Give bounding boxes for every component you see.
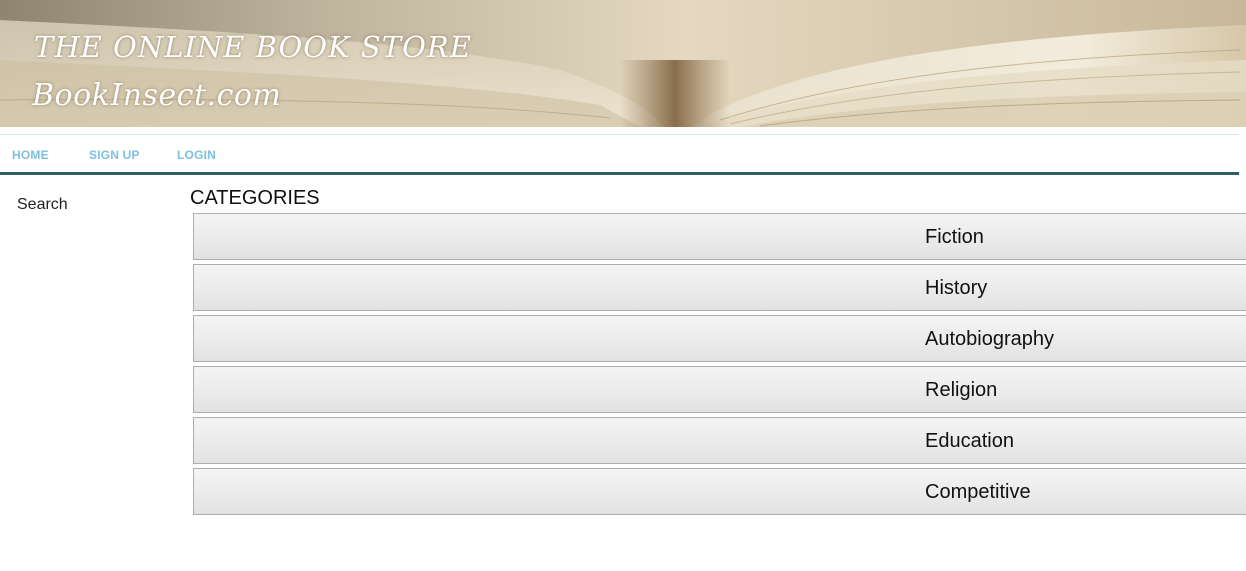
- categories-heading: CATEGORIES: [190, 187, 320, 209]
- category-button-education[interactable]: Education: [193, 417, 1246, 464]
- category-label: Fiction: [925, 226, 984, 248]
- category-button-competitive[interactable]: Competitive: [193, 468, 1246, 515]
- category-button-religion[interactable]: Religion: [193, 366, 1246, 413]
- category-label: Autobiography: [925, 328, 1054, 350]
- category-label: Religion: [925, 379, 998, 401]
- category-button-autobiography[interactable]: Autobiography: [193, 315, 1246, 362]
- nav-signup-link[interactable]: SIGN UP: [89, 148, 140, 162]
- nav-home-link[interactable]: HOME: [12, 148, 49, 162]
- category-label: Competitive: [925, 481, 1031, 503]
- nav-login-link[interactable]: LOGIN: [177, 148, 216, 162]
- site-subtitle: BookInsect.com: [32, 78, 282, 113]
- sidebar-search-link[interactable]: Search: [17, 196, 68, 214]
- category-list: Fiction History Autobiography Religion E…: [193, 213, 1246, 519]
- category-button-history[interactable]: History: [193, 264, 1246, 311]
- header-banner: THE ONLINE BOOK STORE BookInsect.com: [0, 0, 1246, 127]
- main-nav: HOME SIGN UP LOGIN: [0, 135, 1239, 172]
- category-label: Education: [925, 430, 1014, 452]
- category-label: History: [925, 277, 988, 299]
- nav-bottom-divider: [0, 172, 1239, 175]
- site-title: THE ONLINE BOOK STORE: [34, 30, 472, 64]
- category-button-fiction[interactable]: Fiction: [193, 213, 1246, 260]
